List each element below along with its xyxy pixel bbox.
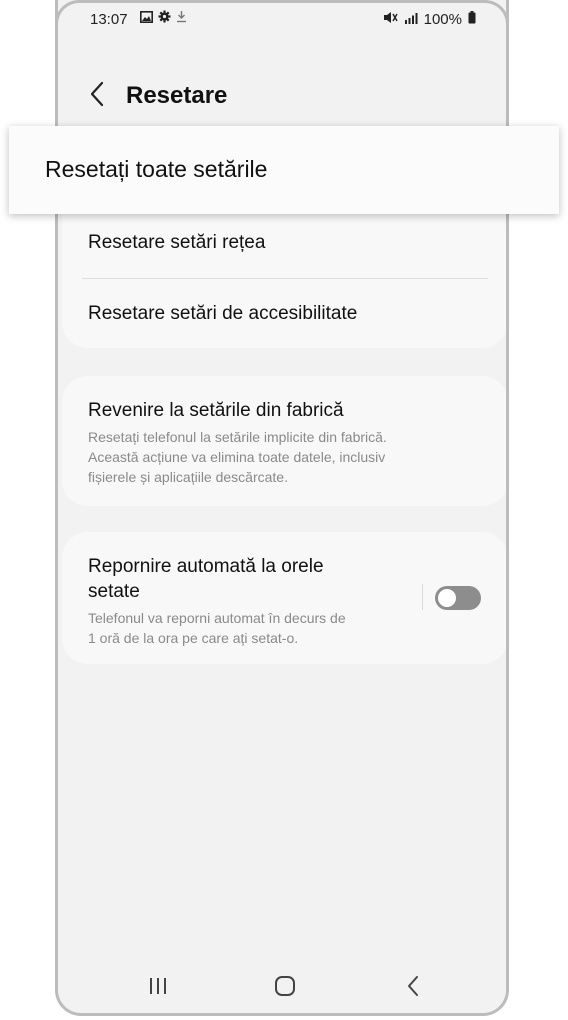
download-icon [176,10,187,27]
status-bar: 13:07 100% [58,8,506,32]
reset-network-settings-label: Resetare setări rețea [88,232,266,253]
divider [82,278,488,279]
auto-restart-item[interactable]: Repornire automată la orele setate Telef… [88,554,398,648]
status-icons-left [140,10,187,27]
back-icon [406,975,420,1002]
factory-reset-description-line: Resetați telefonul la setările implicite… [88,429,387,445]
factory-reset-card[interactable]: Revenire la setările din fabrică Resetaț… [62,376,506,506]
reset-all-settings-label: Resetați toate setările [45,156,268,182]
reset-accessibility-settings[interactable]: Resetare setări de accesibilitate [88,303,482,325]
auto-restart-description: Telefonul va reporni automat în decurs d… [88,608,398,648]
toggle-knob [436,587,458,609]
app-header: Resetare [58,70,506,122]
auto-restart-description-line: Telefonul va reporni automat în decurs d… [88,610,346,626]
factory-reset-description-line: Această acțiune va elimina toate datele,… [88,449,386,465]
status-icons-right: 100% [383,11,476,28]
recents-icon [148,977,168,1000]
gallery-icon [140,10,153,27]
auto-restart-description-line: 1 oră de la ora pe care ați setat-o. [88,630,299,646]
screenshot-canvas: 13:07 100% Resetare Resetare setări rețe… [0,0,568,1020]
auto-restart-title: Repornire automată la orele setate [88,554,398,604]
factory-reset-title: Revenire la setările din fabrică [88,400,344,421]
auto-restart-title-line: Repornire automată la orele [88,556,324,577]
chevron-left-icon [89,81,105,112]
auto-restart-toggle[interactable] [435,586,481,610]
factory-reset-item[interactable]: Revenire la setările din fabrică Resetaț… [88,398,478,487]
signal-icon [404,11,418,28]
vertical-separator [422,584,423,610]
factory-reset-description-line: fișierele și aplicațiile descărcate. [88,469,288,485]
status-time: 13:07 [90,11,128,28]
reset-accessibility-settings-label: Resetare setări de accesibilitate [88,303,358,324]
nav-back-button[interactable] [393,974,433,1002]
reset-all-settings-item[interactable]: Resetați toate setările [9,126,559,214]
gear-icon [158,10,171,27]
auto-restart-card[interactable]: Repornire automată la orele setate Telef… [62,532,506,664]
back-button[interactable] [82,78,112,114]
navigation-bar [58,970,506,1006]
auto-restart-title-line: setate [88,581,140,602]
factory-reset-description: Resetați telefonul la setările implicite… [88,427,478,487]
recents-button[interactable] [138,974,178,1002]
battery-percent: 100% [423,11,462,28]
battery-icon [468,11,476,28]
home-icon [274,975,296,1002]
reset-network-settings[interactable]: Resetare setări rețea [88,232,482,254]
mute-icon [383,11,398,28]
page-title: Resetare [126,82,228,109]
home-button[interactable] [265,974,305,1002]
